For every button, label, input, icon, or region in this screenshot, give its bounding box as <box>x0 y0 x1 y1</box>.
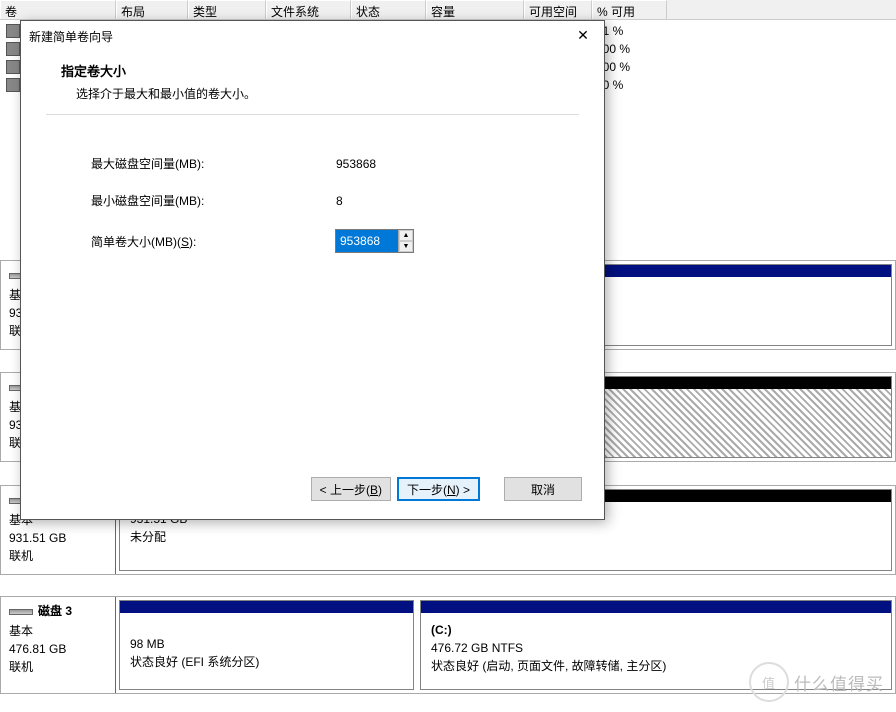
volume-size-spinner[interactable]: ▲ ▼ <box>335 229 414 253</box>
col-volume[interactable]: 卷 <box>0 0 116 19</box>
partition-status: 未分配 <box>130 528 881 546</box>
volume-size-input[interactable] <box>336 230 398 252</box>
disk-status: 联机 <box>9 658 107 676</box>
back-button[interactable]: < 上一步(B) <box>311 477 391 501</box>
col-layout[interactable]: 布局 <box>116 0 188 19</box>
partition-size: 98 MB <box>130 635 403 653</box>
drive-icon <box>6 60 20 74</box>
col-capacity[interactable]: 容量 <box>426 0 524 19</box>
spin-up-button[interactable]: ▲ <box>399 230 413 241</box>
col-type[interactable]: 类型 <box>188 0 266 19</box>
volume-table-header: 卷 布局 类型 文件系统 状态 容量 可用空间 % 可用 <box>0 0 896 20</box>
next-button[interactable]: 下一步(N) > <box>397 477 480 501</box>
col-free[interactable]: 可用空间 <box>524 0 592 19</box>
dialog-title: 新建简单卷向导 <box>29 28 113 45</box>
max-disk-space-label: 最大磁盘空间量(MB): <box>91 155 336 172</box>
disk-type: 基本 <box>9 622 107 640</box>
volume-size-label: 简单卷大小(MB)(S): <box>91 233 336 250</box>
col-pct-free[interactable]: % 可用 <box>592 0 667 19</box>
partition-size: 476.72 GB NTFS <box>431 639 881 657</box>
disk-info: 磁盘 3 基本 476.81 GB 联机 <box>1 597 116 693</box>
close-button[interactable]: ✕ <box>570 26 596 46</box>
spin-down-button[interactable]: ▼ <box>399 241 413 252</box>
wizard-heading: 指定卷大小 <box>61 61 579 80</box>
watermark-icon: 值 <box>749 662 789 702</box>
min-disk-space-label: 最小磁盘空间量(MB): <box>91 192 336 209</box>
col-status[interactable]: 状态 <box>351 0 426 19</box>
partition-title: (C:) <box>431 621 881 639</box>
partition-status: 状态良好 (EFI 系统分区) <box>130 653 403 671</box>
disk-title: 磁盘 3 <box>38 604 72 618</box>
disk-icon <box>9 609 33 615</box>
min-disk-space-value: 8 <box>336 194 343 208</box>
drive-icon <box>6 42 20 56</box>
disk-partition-efi[interactable]: 98 MB 状态良好 (EFI 系统分区) <box>119 600 414 690</box>
new-simple-volume-wizard-dialog: 新建简单卷向导 ✕ 指定卷大小 选择介于最大和最小值的卷大小。 最大磁盘空间量(… <box>20 20 605 520</box>
max-disk-space-value: 953868 <box>336 157 376 171</box>
drive-icon <box>6 24 20 38</box>
wizard-subheading: 选择介于最大和最小值的卷大小。 <box>76 85 579 102</box>
cancel-button[interactable]: 取消 <box>504 477 582 501</box>
col-filesystem[interactable]: 文件系统 <box>266 0 351 19</box>
dialog-titlebar[interactable]: 新建简单卷向导 ✕ <box>21 21 604 51</box>
watermark: 值 什么值得买 <box>749 662 884 702</box>
disk-size: 476.81 GB <box>9 640 107 658</box>
disk-size: 931.51 GB <box>9 529 107 547</box>
disk-status: 联机 <box>9 547 107 565</box>
drive-icon <box>6 78 20 92</box>
